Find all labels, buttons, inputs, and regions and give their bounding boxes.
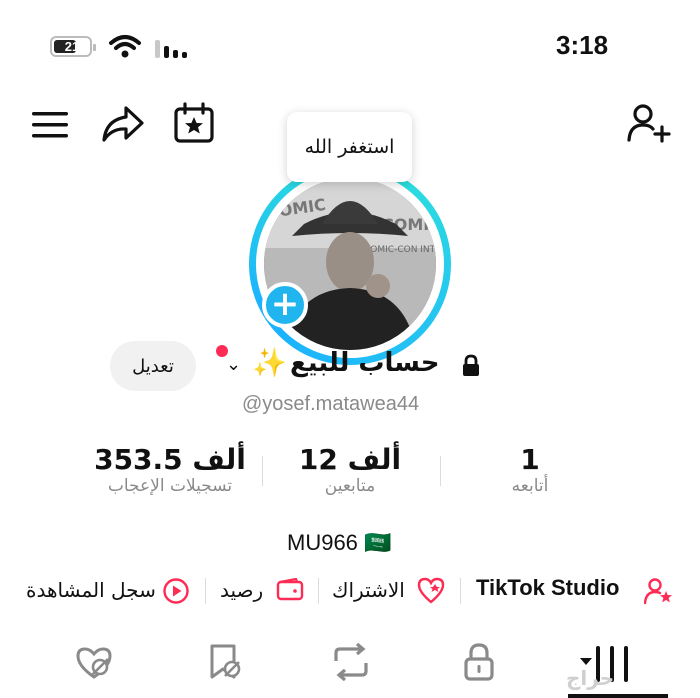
link-separator [205,578,206,604]
wifi-icon [109,35,141,58]
repost-icon[interactable] [330,643,372,681]
add-user-icon[interactable] [626,102,672,144]
share-icon[interactable] [100,104,146,144]
history-link[interactable]: سجل المشاهدة [26,578,156,602]
active-tab-indicator [568,694,668,698]
following-count: 1 [520,443,540,476]
link-separator [460,578,461,604]
likes-count: 353.5 ألف [94,443,246,476]
studio-icon [644,578,672,605]
photo-caption: COMIC-CON INTERNATIONAL [364,245,436,255]
following-label: أتابعه [511,476,549,496]
profile-handle: @yosef.matawea44 [242,393,420,415]
status-time: 3:18 [556,30,609,60]
sparkle-emoji: ✨ [252,346,287,379]
watermark: حراج [566,666,615,690]
signal-icon [155,40,187,58]
lock-icon [463,354,479,376]
stat-divider [440,456,441,486]
profile-tooltip: استغفر الله [287,112,412,182]
battery-indicator: 21 [50,36,96,57]
stat-followers[interactable]: 12 ألف متابعين [290,443,410,496]
stat-likes[interactable]: 353.5 ألف تسجيلات الإعجاب [90,443,250,496]
likes-label: تسجيلات الإعجاب [107,476,233,496]
stat-following[interactable]: 1 أتابعه [470,443,590,496]
play-history-icon [163,578,189,604]
subscription-icon [417,577,445,604]
add-photo-button[interactable]: + [262,282,308,328]
stat-divider [262,456,263,486]
profile-bio: MU966 🇸🇦 [287,530,392,555]
followers-label: متابعين [324,476,376,496]
chevron-down-icon[interactable]: ⌄ [226,354,241,375]
profile-name: حساب للبيع [290,348,440,378]
liked-hidden-icon[interactable] [74,645,114,681]
battery-level: 21 [64,39,80,54]
menu-icon[interactable] [30,108,70,142]
balance-link[interactable]: رصيد [220,578,263,602]
calendar-star-icon[interactable] [172,102,216,144]
subscription-link[interactable]: الاشتراك [332,578,405,602]
tiktok-studio-link[interactable]: TikTok Studio [476,575,619,601]
followers-count: 12 ألف [298,443,402,476]
link-separator [318,578,319,604]
edit-profile-button[interactable]: تعديل [110,341,196,391]
private-lock-icon[interactable] [462,642,496,682]
wallet-icon [276,578,304,601]
favorites-icon[interactable] [204,643,244,681]
